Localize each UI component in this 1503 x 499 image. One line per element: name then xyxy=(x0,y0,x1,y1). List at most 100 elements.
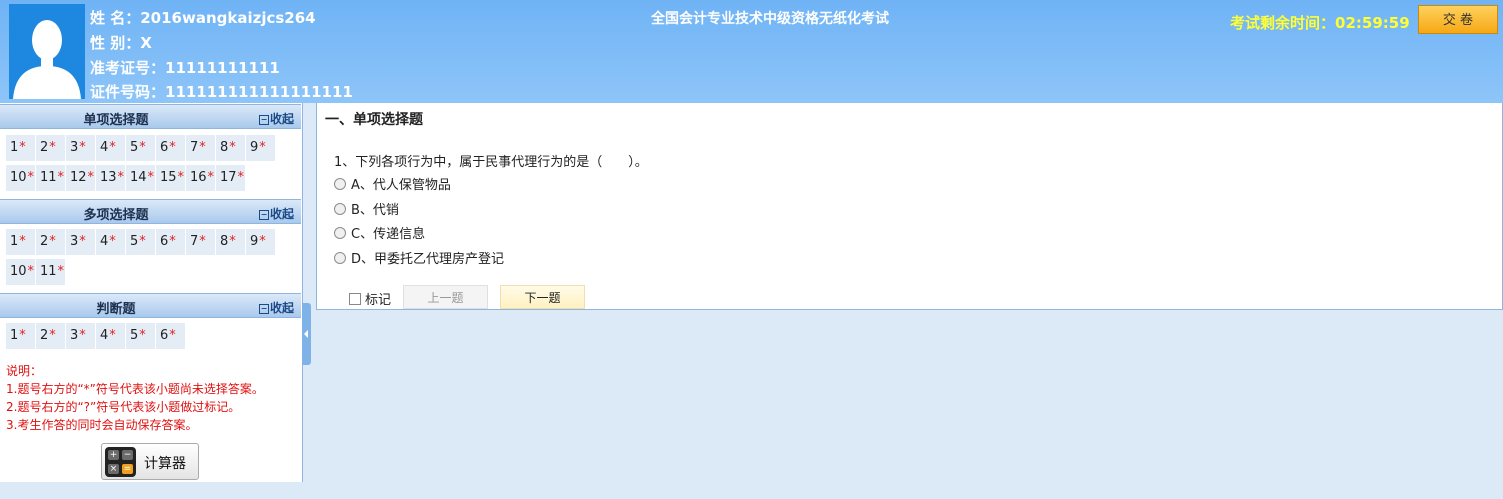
option-d[interactable]: D、甲委托乙代理房产登记 xyxy=(334,248,504,267)
question-number-button[interactable]: 13* xyxy=(96,165,125,191)
question-number-button[interactable]: 1* xyxy=(6,323,35,349)
mark-question-checkbox[interactable]: 标记 xyxy=(349,289,391,308)
radio-icon[interactable] xyxy=(334,178,346,190)
question-number-button[interactable]: 6* xyxy=(156,229,185,255)
question-number-button[interactable]: 3* xyxy=(66,135,95,161)
question-number-button[interactable]: 8* xyxy=(216,229,245,255)
question-number: 7 xyxy=(190,140,199,155)
unanswered-marker: * xyxy=(207,170,215,185)
unanswered-marker: * xyxy=(49,140,56,155)
question-number-button[interactable]: 4* xyxy=(96,323,125,349)
question-number: 1 xyxy=(10,140,19,155)
unanswered-marker: * xyxy=(237,170,245,185)
radio-icon[interactable] xyxy=(334,227,346,239)
question-number: 11 xyxy=(40,170,57,185)
question-number-button[interactable]: 9* xyxy=(246,135,275,161)
unanswered-marker: * xyxy=(109,328,116,343)
question-number-button[interactable]: 5* xyxy=(126,135,155,161)
question-number-button[interactable]: 3* xyxy=(66,229,95,255)
timer-value: 02:59:59 xyxy=(1335,14,1410,32)
question-number-button[interactable]: 5* xyxy=(126,323,155,349)
unanswered-marker: * xyxy=(19,328,26,343)
option-a[interactable]: A、代人保管物品 xyxy=(334,174,451,193)
option-c[interactable]: C、传递信息 xyxy=(334,223,425,242)
question-number: 3 xyxy=(70,234,79,249)
instructions-title: 说明： xyxy=(6,364,43,378)
previous-question-button[interactable]: 上一题 xyxy=(403,285,488,309)
question-number-button[interactable]: 6* xyxy=(156,323,185,349)
question-number: 6 xyxy=(160,328,169,343)
question-number-button[interactable]: 2* xyxy=(36,135,65,161)
question-number-button[interactable]: 3* xyxy=(66,323,95,349)
question-number: 6 xyxy=(160,140,169,155)
section-header-multiple-choice: 多项选择题 − 收起 xyxy=(0,199,301,224)
question-number: 7 xyxy=(190,234,199,249)
unanswered-marker: * xyxy=(229,234,236,249)
exam-title: 全国会计专业技术中级资格无纸化考试 xyxy=(651,11,889,27)
question-number: 2 xyxy=(40,234,49,249)
question-number-button[interactable]: 5* xyxy=(126,229,155,255)
question-number-button[interactable]: 11* xyxy=(36,259,65,285)
unanswered-marker: * xyxy=(57,264,65,279)
question-number-button[interactable]: 1* xyxy=(6,135,35,161)
collapse-toggle[interactable]: − 收起 xyxy=(259,205,294,222)
question-number: 16 xyxy=(190,170,207,185)
question-number-button[interactable]: 1* xyxy=(6,229,35,255)
sidebar-toggle-handle[interactable] xyxy=(302,303,311,365)
question-number-button[interactable]: 8* xyxy=(216,135,245,161)
unanswered-marker: * xyxy=(57,170,65,185)
radio-icon[interactable] xyxy=(334,252,346,264)
collapse-toggle[interactable]: − 收起 xyxy=(259,299,294,316)
unanswered-marker: * xyxy=(19,234,26,249)
question-number-button[interactable]: 2* xyxy=(36,229,65,255)
unanswered-marker: * xyxy=(117,170,125,185)
question-number: 10 xyxy=(10,264,27,279)
question-number-button[interactable]: 4* xyxy=(96,229,125,255)
question-number-button[interactable]: 11* xyxy=(36,165,65,191)
question-number: 5 xyxy=(130,140,139,155)
question-number-button[interactable]: 9* xyxy=(246,229,275,255)
submit-exam-button[interactable]: 交 卷 xyxy=(1418,5,1498,34)
question-number-button[interactable]: 4* xyxy=(96,135,125,161)
calculator-button[interactable]: + − × = 计算器 xyxy=(101,443,199,480)
question-number: 2 xyxy=(40,328,49,343)
question-number-button[interactable]: 17* xyxy=(216,165,245,191)
unanswered-marker: * xyxy=(169,328,176,343)
unanswered-marker: * xyxy=(79,234,86,249)
radio-icon[interactable] xyxy=(334,203,346,215)
collapse-label: 收起 xyxy=(270,207,295,221)
checkbox-icon[interactable] xyxy=(349,293,361,305)
question-number-button[interactable]: 10* xyxy=(6,259,35,285)
unanswered-marker: * xyxy=(177,170,185,185)
section-title: 单项选择题 xyxy=(83,113,149,128)
collapse-toggle[interactable]: − 收起 xyxy=(259,110,294,127)
question-number: 3 xyxy=(70,140,79,155)
question-number-button[interactable]: 12* xyxy=(66,165,95,191)
question-number: 4 xyxy=(100,234,109,249)
minus-icon: − xyxy=(259,210,269,220)
section-title: 多项选择题 xyxy=(83,208,149,223)
question-number-button[interactable]: 7* xyxy=(186,229,215,255)
time-remaining: 考试剩余时间：02:59:59 xyxy=(1230,12,1410,33)
candidate-gender: 性 别：X xyxy=(90,34,152,52)
instruction-line: 3.考生作答的同时会自动保存答案。 xyxy=(6,418,198,432)
minus-icon: − xyxy=(259,115,269,125)
question-number: 4 xyxy=(100,140,109,155)
question-number-button[interactable]: 7* xyxy=(186,135,215,161)
question-number-button[interactable]: 10* xyxy=(6,165,35,191)
next-question-button[interactable]: 下一题 xyxy=(500,285,585,309)
unanswered-marker: * xyxy=(139,234,146,249)
question-number-button[interactable]: 6* xyxy=(156,135,185,161)
question-number-button[interactable]: 16* xyxy=(186,165,215,191)
unanswered-marker: * xyxy=(139,140,146,155)
question-number-button[interactable]: 14* xyxy=(126,165,155,191)
section-header-true-false: 判断题 − 收起 xyxy=(0,293,301,318)
question-number-button[interactable]: 15* xyxy=(156,165,185,191)
instructions: 说明： 1.题号右方的“*”符号代表该小题尚未选择答案。 2.题号右方的“?”符… xyxy=(6,362,264,434)
question-number: 12 xyxy=(70,170,87,185)
unanswered-marker: * xyxy=(169,140,176,155)
option-label: D、甲委托乙代理房产登记 xyxy=(351,252,505,267)
question-number-button[interactable]: 2* xyxy=(36,323,65,349)
unanswered-marker: * xyxy=(169,234,176,249)
option-b[interactable]: B、代销 xyxy=(334,199,399,218)
